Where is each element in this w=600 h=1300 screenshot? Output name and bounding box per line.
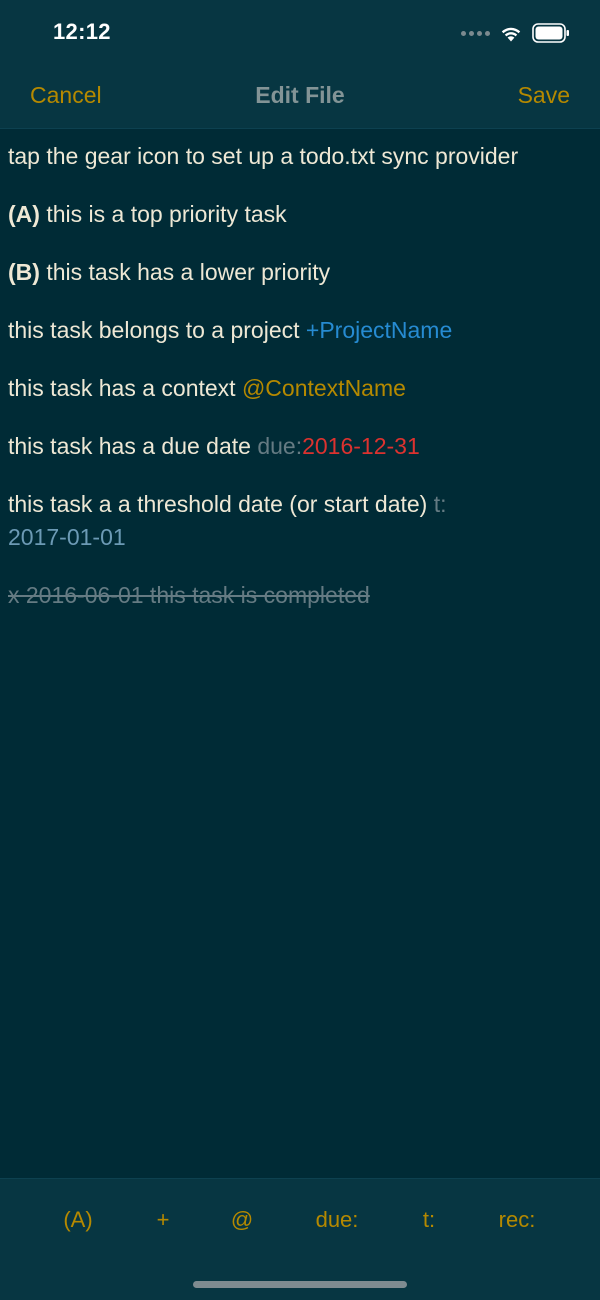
context-tag: @ContextName bbox=[241, 375, 406, 401]
task-text: tap the gear icon to set up a todo.txt s… bbox=[8, 143, 519, 169]
threshold-date: 2017-01-01 bbox=[8, 524, 126, 550]
insert-threshold-button[interactable]: t: bbox=[423, 1207, 435, 1233]
task-text: this task has a lower priority bbox=[39, 259, 331, 285]
signal-dots-icon bbox=[461, 30, 490, 36]
due-date: 2016-12-31 bbox=[302, 433, 420, 459]
task-text: this task has a due date bbox=[8, 433, 258, 459]
todo-line[interactable]: this task has a due date due:2016-12-31 bbox=[8, 430, 592, 463]
save-button[interactable]: Save bbox=[518, 82, 570, 109]
battery-icon bbox=[532, 23, 569, 43]
todo-line[interactable]: this task a a threshold date (or start d… bbox=[8, 488, 592, 554]
todo-line[interactable]: tap the gear icon to set up a todo.txt s… bbox=[8, 140, 592, 173]
status-time: 12:12 bbox=[53, 19, 111, 44]
status-icons bbox=[461, 22, 570, 44]
todo-line[interactable]: this task has a context @ContextName bbox=[8, 372, 592, 405]
task-text: this task belongs to a project bbox=[8, 317, 306, 343]
priority-tag: (B) bbox=[8, 259, 40, 285]
wifi-icon bbox=[501, 27, 521, 41]
todo-line[interactable]: (B) this task has a lower priority bbox=[8, 256, 592, 289]
project-tag: +ProjectName bbox=[305, 317, 453, 343]
priority-tag: (A) bbox=[8, 201, 40, 227]
task-text: x 2016-06-01 this task is completed bbox=[8, 582, 370, 608]
threshold-key: t: bbox=[433, 491, 447, 517]
insert-toolbar: (A) + @ due: t: rec: bbox=[0, 1178, 600, 1300]
todo-line[interactable]: this task belongs to a project +ProjectN… bbox=[8, 314, 592, 347]
insert-due-button[interactable]: due: bbox=[316, 1207, 359, 1233]
insert-recurrence-button[interactable]: rec: bbox=[499, 1207, 536, 1233]
cancel-button[interactable]: Cancel bbox=[30, 82, 102, 109]
todo-line[interactable]: (A) this is a top priority task bbox=[8, 198, 592, 231]
task-text: this task a a threshold date (or start d… bbox=[8, 491, 434, 517]
insert-context-button[interactable]: @ bbox=[231, 1207, 253, 1233]
todo-text-editor[interactable]: tap the gear icon to set up a todo.txt s… bbox=[8, 140, 592, 637]
insert-priority-button[interactable]: (A) bbox=[63, 1207, 92, 1233]
top-bar: 12:12 Cancel Edit File Save bbox=[0, 0, 600, 129]
insert-project-button[interactable]: + bbox=[157, 1207, 170, 1233]
home-indicator[interactable] bbox=[193, 1281, 407, 1288]
todo-line-completed[interactable]: x 2016-06-01 this task is completed bbox=[8, 579, 592, 612]
task-text: this is a top priority task bbox=[39, 201, 287, 227]
due-key: due: bbox=[257, 433, 303, 459]
task-text: this task has a context bbox=[8, 375, 242, 401]
